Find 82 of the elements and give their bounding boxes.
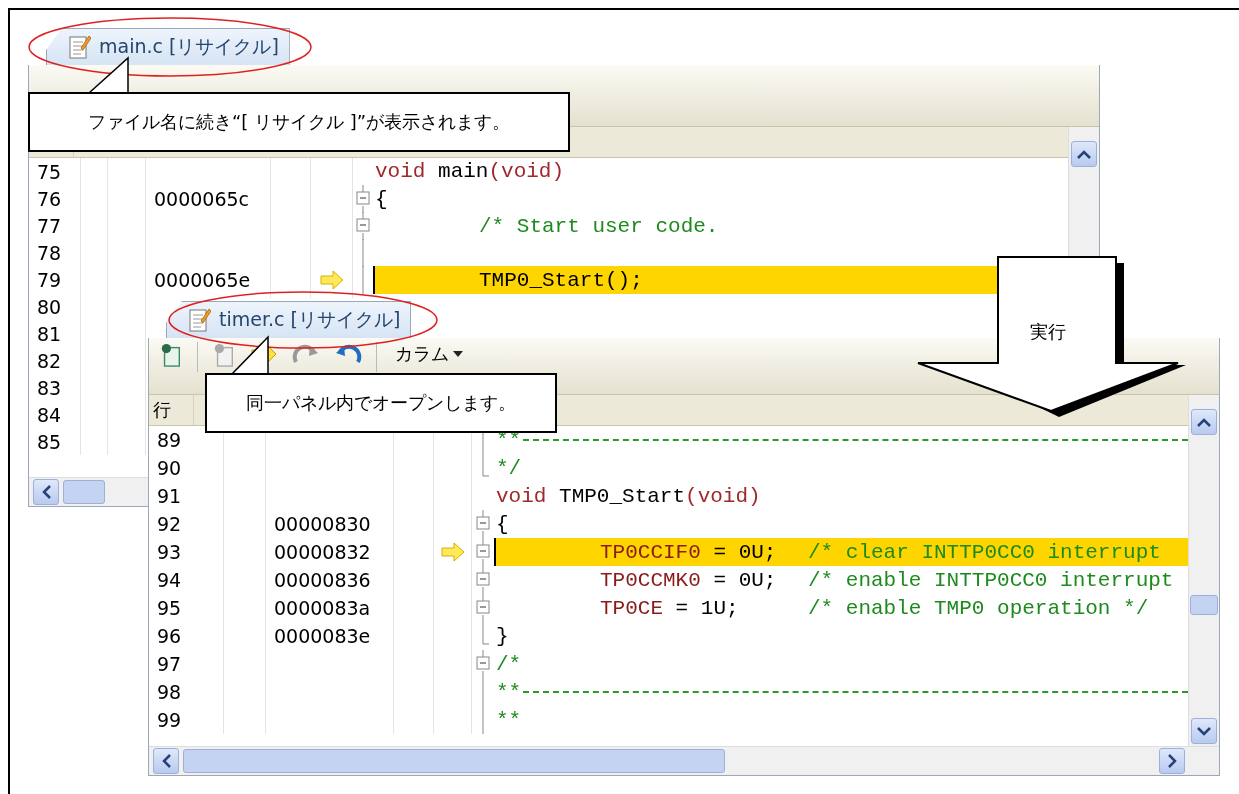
fold-toggle-icon[interactable] [476,650,490,678]
address-cell: 00000832 [266,538,394,566]
caret-icon [453,351,463,357]
code-line: TP0CE = 1U; /* enable TMP0 operation */ [600,596,1149,620]
file-tab[interactable]: main.c [リサイクル] [46,28,290,65]
line-number: 78 [29,239,81,267]
code-line: /* Start user code. [479,214,719,238]
scroll-thumb[interactable] [63,480,105,504]
address-cell: 0000083e [266,622,394,650]
redo-icon[interactable] [292,342,320,366]
line-number: 83 [29,374,81,401]
undo-icon[interactable] [334,342,362,366]
code-line: */ [496,456,522,480]
line-number: 92 [149,510,224,538]
scroll-left-button[interactable] [33,479,59,505]
chevron-left-icon [41,485,51,499]
chevron-right-icon [1167,754,1177,768]
arrow-label: 実行 [1030,320,1066,344]
scroll-down-button[interactable] [1191,718,1217,744]
address-cell: 0000065c [146,185,271,213]
code-line: { [375,187,388,211]
scroll-right-button[interactable] [1159,748,1185,774]
line-number: 90 [149,454,224,482]
document-icon[interactable] [212,342,236,368]
chevron-left-icon [161,754,171,768]
line-number: 79 [29,266,81,294]
code-line: void TMP0_Start(void) [496,484,761,508]
scroll-left-button[interactable] [153,748,179,774]
code-line: { [496,512,509,536]
vertical-scrollbar[interactable] [1188,395,1219,746]
fold-toggle-icon[interactable] [476,566,490,594]
scroll-up-button[interactable] [1071,141,1097,167]
fold-toggle-icon[interactable] [356,212,370,240]
line-number: 77 [29,212,81,240]
line-number: 75 [29,158,81,185]
code-line: /* [496,652,522,676]
fold-toggle-icon[interactable] [476,594,490,622]
line-number: 91 [149,482,224,510]
line-number: 94 [149,566,224,594]
file-tab[interactable]: timer.c [リサイクル] [166,301,412,338]
code-line: ** [496,680,522,704]
fold-toggle-icon[interactable] [476,538,490,566]
document-icon [69,34,91,60]
chevron-down-icon [1197,726,1211,736]
fold-toggle-icon[interactable] [356,185,370,213]
scroll-thumb[interactable] [1190,595,1218,615]
line-number: 76 [29,185,81,213]
line-number: 80 [29,293,81,320]
document-icon[interactable] [159,342,183,368]
line-number: 99 [149,706,224,734]
line-number: 95 [149,594,224,622]
line-number: 81 [29,320,81,347]
chevron-up-icon [1197,417,1211,427]
line-number: 98 [149,678,224,706]
code-line: TP0CCIF0 = 0U; /* clear INTTP0CC0 interrupt [600,540,1161,564]
code-line: } [496,624,509,648]
code-line: ** [496,708,522,732]
line-number: 82 [29,347,81,374]
document-icon [189,307,211,333]
address-cell: 00000830 [266,510,394,538]
line-number: 97 [149,650,224,678]
fold-toggle-icon[interactable] [476,510,490,538]
code-line: void main(void) [375,160,565,183]
line-number: 85 [29,428,81,455]
chevron-up-icon [1077,149,1091,159]
callout-pointer [231,336,270,375]
line-number: 84 [29,401,81,428]
code-line: TMP0_Start(); [479,268,643,292]
column-header[interactable]: 行 [149,395,194,425]
code-line: TP0CCMK0 = 0U; /* enable INTTP0CC0 interrupt [600,568,1174,592]
current-line-arrow-icon [319,270,344,290]
line-number: 93 [149,538,224,566]
line-number: 96 [149,622,224,650]
callout-pointer [88,57,130,94]
current-line-arrow-icon [440,542,465,562]
scroll-thumb[interactable] [183,749,725,773]
address-cell: 0000065e [146,266,271,294]
address-cell: 0000083a [266,594,394,622]
horizontal-scrollbar[interactable] [149,746,1219,775]
column-menu-button[interactable]: カラム [391,342,467,366]
scroll-up-button[interactable] [1191,409,1217,435]
address-cell: 00000836 [266,566,394,594]
